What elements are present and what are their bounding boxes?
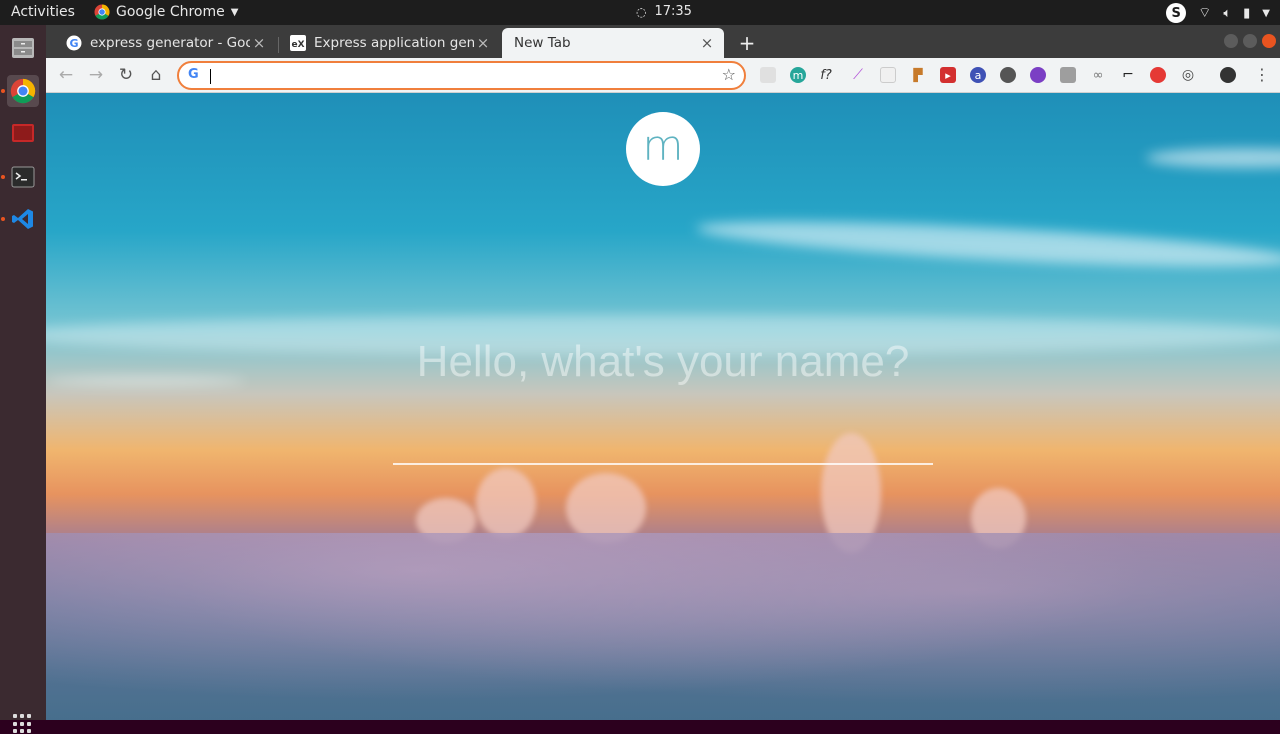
tab-express-generator[interactable]: G express generator - Goog × — [54, 28, 276, 58]
extension-icon-8[interactable] — [1000, 67, 1016, 83]
google-icon: G — [66, 35, 82, 51]
omnibox-input[interactable] — [207, 66, 707, 86]
extension-icon-f[interactable]: f? — [818, 67, 834, 83]
name-input-underline — [393, 463, 933, 465]
extension-icon-11[interactable]: ∞ — [1090, 67, 1106, 83]
clock-time: 17:35 — [654, 4, 692, 19]
running-indicator — [1, 217, 5, 221]
app-menu[interactable]: Google Chrome ▼ — [94, 4, 238, 20]
extension-icon-9[interactable] — [1030, 67, 1046, 83]
extension-icon-7[interactable]: a — [970, 67, 986, 83]
system-tray[interactable]: S ⌔ 🔈︎ ▮ ▼ — [1166, 3, 1270, 23]
files-launcher[interactable] — [7, 32, 39, 64]
express-icon: eX — [290, 35, 306, 51]
cumulus-cloud — [476, 468, 536, 538]
vscode-icon — [12, 209, 33, 229]
chrome-icon — [94, 4, 110, 20]
file-cabinet-icon — [12, 38, 34, 58]
tab-title: New Tab — [514, 35, 571, 51]
minimize-button[interactable] — [1224, 34, 1238, 48]
volume-icon[interactable]: 🔈︎ — [1223, 6, 1231, 21]
chrome-launcher[interactable] — [7, 75, 39, 107]
bookmark-star-icon[interactable]: ☆ — [722, 65, 736, 84]
app-launcher-red[interactable] — [7, 117, 39, 149]
browser-toolbar: ← → ↻ ⌂ G ☆ m f? ⟋ ▛ ▸ a ∞ ⌐ ◎ ⋮ — [46, 58, 1280, 93]
tab-title: express generator - Goog — [90, 35, 250, 51]
extension-icon-5[interactable]: ▛ — [910, 67, 926, 83]
screen-recorder-icon — [12, 124, 34, 142]
pen-icon[interactable]: ⟋ — [850, 67, 866, 83]
back-button[interactable]: ← — [55, 64, 77, 86]
forward-button[interactable]: → — [85, 64, 107, 86]
show-applications-icon[interactable] — [13, 714, 33, 734]
tab-new-tab[interactable]: New Tab × — [502, 28, 724, 58]
battery-icon[interactable]: ▮ — [1243, 6, 1250, 21]
system-top-bar: Activities Google Chrome ▼ ◌ 17:35 S ⌔ 🔈… — [0, 0, 1280, 25]
extension-icon-10[interactable] — [1060, 67, 1076, 83]
google-icon: G — [188, 67, 199, 82]
profile-avatar[interactable] — [1220, 67, 1236, 83]
chrome-window: G express generator - Goog × eX Express … — [46, 25, 1280, 720]
cloud-streak — [1146, 148, 1280, 168]
momentum-logo: m — [626, 112, 700, 186]
app-name: Google Chrome — [116, 4, 225, 20]
tab-express-application[interactable]: eX Express application gene × — [278, 28, 500, 58]
close-icon[interactable]: × — [250, 34, 268, 52]
home-button[interactable]: ⌂ — [145, 64, 167, 86]
tab-title: Express application gene — [314, 35, 474, 51]
close-icon[interactable]: × — [474, 34, 492, 52]
reload-button[interactable]: ↻ — [115, 64, 137, 86]
extension-icon-6[interactable]: ▸ — [940, 67, 956, 83]
activities-button[interactable]: Activities — [11, 4, 75, 20]
svg-text:G: G — [69, 37, 78, 50]
clock[interactable]: ◌ 17:35 — [636, 4, 692, 19]
extension-icon-13[interactable] — [1150, 67, 1166, 83]
dock — [0, 25, 46, 734]
cloud-streak — [695, 212, 1280, 276]
running-indicator — [1, 89, 5, 93]
extension-icon-m[interactable]: m — [790, 67, 806, 83]
extension-icon-12[interactable]: ⌐ — [1120, 67, 1136, 83]
skype-icon[interactable]: S — [1166, 3, 1187, 23]
close-icon[interactable]: × — [698, 34, 716, 52]
chrome-menu-icon[interactable]: ⋮ — [1254, 65, 1270, 84]
chrome-icon — [10, 78, 36, 104]
greeting-prompt: Hello, what's your name? — [416, 337, 910, 386]
terminal-icon — [11, 166, 35, 188]
wifi-icon[interactable]: ⌔ — [1198, 4, 1211, 22]
chevron-down-icon[interactable]: ▼ — [1262, 8, 1270, 19]
vscode-launcher[interactable] — [7, 203, 39, 235]
new-tab-page: m Hello, what's your name? — [46, 93, 1280, 720]
extension-icon-14[interactable]: ◎ — [1180, 67, 1196, 83]
address-bar[interactable]: G ☆ — [177, 61, 746, 90]
close-window-button[interactable] — [1262, 34, 1276, 48]
chevron-down-icon: ▼ — [230, 6, 239, 18]
extension-icon-4[interactable] — [880, 67, 896, 83]
svg-text:eX: eX — [291, 40, 304, 50]
extension-icon-1[interactable] — [760, 67, 776, 83]
cloud-sea — [46, 533, 1280, 720]
running-indicator — [1, 175, 5, 179]
maximize-button[interactable] — [1243, 34, 1257, 48]
new-tab-button[interactable]: + — [736, 31, 758, 55]
sync-icon: ◌ — [636, 4, 647, 19]
name-input[interactable] — [393, 423, 933, 461]
tab-strip: G express generator - Goog × eX Express … — [46, 25, 1280, 58]
terminal-launcher[interactable] — [7, 161, 39, 193]
